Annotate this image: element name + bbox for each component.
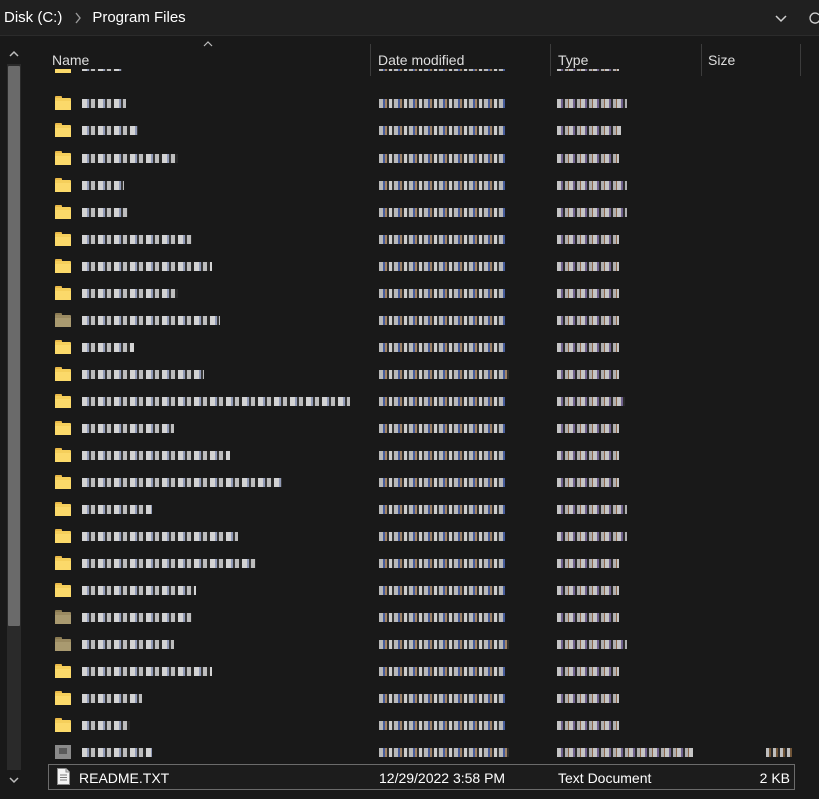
list-item[interactable] [48, 334, 819, 361]
list-item[interactable] [48, 199, 819, 226]
chevron-down-icon[interactable] [774, 11, 788, 25]
list-item[interactable] [48, 145, 819, 172]
folder-icon [55, 502, 71, 516]
folder-icon [55, 205, 71, 219]
folder-icon [55, 123, 71, 137]
column-header-name-label: Name [52, 52, 90, 68]
folder-icon [55, 259, 71, 273]
folder-icon [55, 286, 71, 300]
list-item[interactable] [48, 442, 819, 469]
folder-icon [55, 718, 71, 732]
list-item[interactable] [48, 415, 819, 442]
folder-icon [55, 556, 71, 570]
list-item[interactable] [48, 685, 819, 712]
folder-icon [55, 394, 71, 408]
vertical-scrollbar[interactable] [4, 44, 24, 790]
list-item[interactable] [48, 523, 819, 550]
file-name: README.TXT [79, 770, 170, 786]
folder-icon [55, 232, 71, 246]
folder-icon [55, 313, 71, 327]
list-item[interactable] [48, 631, 819, 658]
folder-icon [55, 475, 71, 489]
list-item[interactable] [48, 172, 819, 199]
folder-icon [55, 367, 71, 381]
folder-icon [55, 448, 71, 462]
folder-icon [55, 637, 71, 651]
list-item[interactable] [48, 550, 819, 577]
list-item[interactable] [48, 739, 819, 763]
list-item[interactable] [48, 712, 819, 739]
list-item[interactable] [48, 69, 819, 80]
list-item[interactable] [48, 469, 819, 496]
folder-icon [55, 583, 71, 597]
list-item[interactable] [48, 280, 819, 307]
list-item[interactable] [48, 226, 819, 253]
folder-icon [55, 610, 71, 624]
list-item[interactable] [48, 604, 819, 631]
list-item[interactable] [48, 577, 819, 604]
list-item[interactable] [48, 388, 819, 415]
column-header-type-label: Type [558, 52, 589, 68]
breadcrumb-disk-c[interactable]: Disk (C:) [4, 9, 62, 26]
chevron-right-icon [75, 12, 82, 23]
text-document-icon [57, 768, 70, 785]
list-item[interactable] [48, 90, 819, 117]
list-item[interactable] [48, 361, 819, 388]
folder-icon [55, 691, 71, 705]
folder-icon [55, 178, 71, 192]
scroll-down-icon[interactable] [8, 774, 20, 786]
file-type: Text Document [558, 770, 652, 786]
breadcrumb-program-files[interactable]: Program Files [92, 9, 185, 26]
list-item[interactable] [48, 496, 819, 523]
file-list[interactable] [48, 69, 819, 763]
folder-icon [55, 151, 71, 165]
list-item[interactable] [48, 658, 819, 685]
folder-icon [55, 529, 71, 543]
scroll-thumb[interactable] [8, 66, 20, 626]
column-header-size-label: Size [708, 52, 736, 68]
file-size: 2 KB [759, 770, 790, 786]
folder-icon [55, 96, 71, 110]
folder-icon [55, 664, 71, 678]
refresh-icon[interactable] [808, 11, 819, 25]
list-item[interactable] [48, 307, 819, 334]
scroll-up-icon[interactable] [8, 48, 20, 60]
folder-icon [55, 340, 71, 354]
folder-icon [55, 69, 71, 73]
list-item[interactable] [48, 117, 819, 144]
folder-icon [55, 421, 71, 435]
address-bar[interactable]: Disk (C:) Program Files [0, 0, 819, 36]
application-icon [55, 745, 71, 759]
list-item-readme[interactable]: README.TXT 12/29/2022 3:58 PM Text Docum… [48, 764, 795, 790]
file-date-modified: 12/29/2022 3:58 PM [379, 770, 506, 786]
column-header-date-label: Date modified [378, 52, 465, 68]
list-item[interactable] [48, 253, 819, 280]
